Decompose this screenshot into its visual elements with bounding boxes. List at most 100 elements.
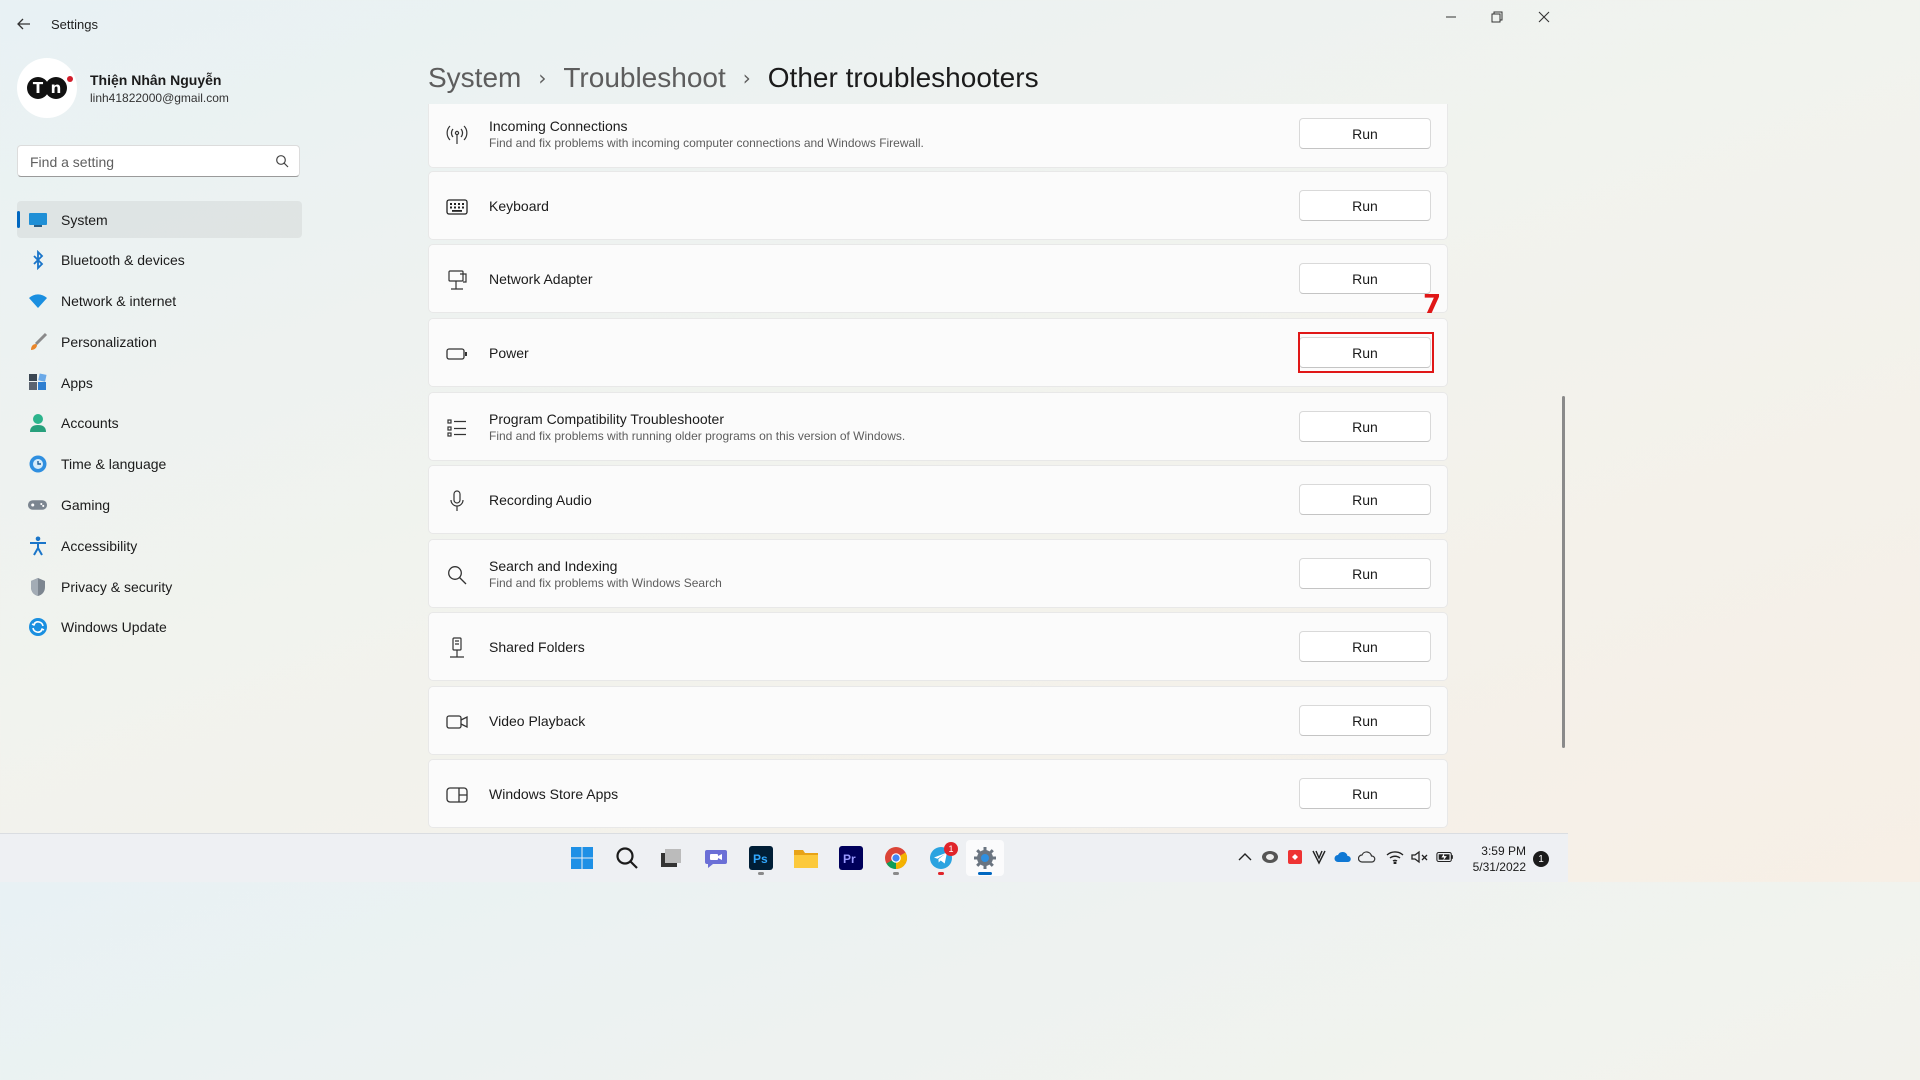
- sidebar-item-network[interactable]: Network & internet: [17, 283, 302, 320]
- chrome-icon[interactable]: [877, 840, 915, 876]
- file-explorer-icon[interactable]: [787, 840, 825, 876]
- troubleshooter-title: Recording Audio: [489, 491, 592, 508]
- run-button-network-adapter[interactable]: Run: [1299, 263, 1431, 294]
- chevron-up-icon[interactable]: [1236, 848, 1254, 866]
- svg-text:Pr: Pr: [843, 852, 856, 866]
- premiere-pro-icon[interactable]: Pr: [832, 840, 870, 876]
- video-camera-icon: [446, 711, 468, 733]
- teams-chat-icon[interactable]: [697, 840, 735, 876]
- search-input[interactable]: [28, 153, 272, 171]
- accessibility-icon: [27, 535, 48, 556]
- sidebar-item-apps[interactable]: Apps: [17, 364, 302, 401]
- run-button-program-compatibility[interactable]: Run: [1299, 411, 1431, 442]
- sidebar-item-bluetooth[interactable]: Bluetooth & devices: [17, 242, 302, 279]
- close-icon[interactable]: [1521, 6, 1567, 28]
- page-title: Other troubleshooters: [767, 62, 1039, 93]
- troubleshooter-title: Network Adapter: [489, 270, 593, 287]
- user-email: linh41822000@gmail.com: [90, 91, 229, 105]
- shield-icon: [27, 576, 48, 597]
- troubleshooter-card-recording-audio: Recording Audio Run: [428, 465, 1448, 534]
- sidebar-item-privacy[interactable]: Privacy & security: [17, 568, 302, 605]
- sidebar-item-accounts[interactable]: Accounts: [17, 405, 302, 442]
- accounts-icon: [27, 413, 48, 434]
- notification-count-badge[interactable]: 1: [1533, 851, 1549, 867]
- run-button-video-playback[interactable]: Run: [1299, 705, 1431, 736]
- vector-v-icon[interactable]: [1310, 848, 1328, 866]
- troubleshooter-card-shared-folders: Shared Folders Run: [428, 612, 1448, 681]
- clock-date: 5/31/2022: [1472, 860, 1526, 874]
- minimize-icon[interactable]: [1428, 6, 1474, 28]
- wifi-icon[interactable]: [1386, 848, 1404, 866]
- sidebar-item-label: Personalization: [61, 333, 157, 350]
- tray-red-app-icon[interactable]: [1286, 848, 1304, 866]
- onedrive-icon[interactable]: [1334, 848, 1352, 866]
- troubleshooter-title: Incoming Connections: [489, 117, 628, 134]
- troubleshooter-title: Windows Store Apps: [489, 785, 619, 802]
- telegram-icon[interactable]: 1: [922, 840, 960, 876]
- network-adapter-icon: [446, 269, 468, 291]
- sidebar-item-label: Network & internet: [61, 293, 177, 310]
- run-button-incoming-connections[interactable]: Run: [1299, 118, 1431, 149]
- tray-app-icon[interactable]: [1261, 848, 1279, 866]
- battery-charging-icon[interactable]: [1436, 848, 1454, 866]
- troubleshooter-description: Find and fix problems with incoming comp…: [489, 135, 924, 150]
- sidebar-item-system[interactable]: System: [17, 201, 302, 238]
- sidebar-item-gaming[interactable]: Gaming: [17, 487, 302, 524]
- sidebar-item-time-language[interactable]: Time & language: [17, 446, 302, 483]
- sidebar-item-label: Windows Update: [61, 619, 167, 636]
- microphone-icon: [446, 490, 468, 512]
- search-icon: [276, 155, 289, 168]
- running-indicator: [938, 872, 944, 875]
- run-button-keyboard[interactable]: Run: [1299, 190, 1431, 221]
- cloud-icon[interactable]: [1358, 848, 1376, 866]
- apps-icon: [27, 372, 48, 393]
- breadcrumb-system[interactable]: System: [428, 62, 521, 94]
- time-language-icon: [27, 454, 48, 475]
- troubleshooter-title: Video Playback: [489, 712, 586, 729]
- shared-folders-icon: [446, 637, 468, 659]
- sidebar-item-label: Gaming: [61, 497, 111, 514]
- restore-icon[interactable]: [1474, 6, 1520, 28]
- settings-gear-icon[interactable]: [966, 840, 1004, 876]
- sidebar-item-label: Time & language: [61, 456, 167, 473]
- avatar[interactable]: T n: [17, 58, 77, 118]
- run-button-recording-audio[interactable]: Run: [1299, 484, 1431, 515]
- troubleshooter-title: Program Compatibility Troubleshooter: [489, 410, 724, 427]
- task-view-icon[interactable]: [652, 840, 690, 876]
- sidebar-item-accessibility[interactable]: Accessibility: [17, 527, 302, 564]
- clock[interactable]: 3:59 PM 5/31/2022: [1466, 843, 1526, 875]
- troubleshooter-description: Find and fix problems with Windows Searc…: [489, 575, 722, 590]
- list-icon: [446, 417, 468, 439]
- wifi-icon: [27, 291, 48, 312]
- running-indicator: [893, 872, 899, 875]
- photoshop-icon[interactable]: Ps: [742, 840, 780, 876]
- troubleshooter-title: Keyboard: [489, 197, 549, 214]
- search-icon[interactable]: [608, 840, 646, 876]
- search-box[interactable]: [17, 145, 300, 177]
- troubleshooter-title: Search and Indexing: [489, 557, 618, 574]
- app-title: Settings: [51, 17, 98, 32]
- antenna-icon: [446, 124, 468, 146]
- troubleshooter-list: Incoming Connections Find and fix proble…: [428, 104, 1448, 832]
- sidebar-item-windows-update[interactable]: Windows Update: [17, 609, 302, 646]
- scrollbar[interactable]: [1562, 396, 1565, 748]
- title-bar: Settings: [0, 0, 1568, 48]
- breadcrumb-troubleshoot[interactable]: Troubleshoot: [563, 62, 725, 94]
- avatar-dot: [67, 76, 73, 82]
- clock-time: 3:59 PM: [1481, 844, 1526, 858]
- keyboard-icon: [446, 196, 468, 218]
- troubleshooter-title: Shared Folders: [489, 638, 585, 655]
- paintbrush-icon: [27, 331, 48, 352]
- run-button-shared-folders[interactable]: Run: [1299, 631, 1431, 662]
- back-arrow-icon[interactable]: [14, 14, 34, 34]
- notification-badge: 1: [944, 842, 958, 856]
- breadcrumb-separator: ›: [538, 66, 547, 90]
- user-name: Thiện Nhân Nguyễn: [90, 72, 222, 88]
- sidebar-item-personalization[interactable]: Personalization: [17, 323, 302, 360]
- run-button-windows-store-apps[interactable]: Run: [1299, 778, 1431, 809]
- troubleshooter-card-network-adapter: Network Adapter Run: [428, 244, 1448, 313]
- volume-muted-icon[interactable]: [1411, 848, 1429, 866]
- run-button-search-indexing[interactable]: Run: [1299, 558, 1431, 589]
- windows-start-icon[interactable]: [563, 840, 601, 876]
- store-apps-icon: [446, 784, 468, 806]
